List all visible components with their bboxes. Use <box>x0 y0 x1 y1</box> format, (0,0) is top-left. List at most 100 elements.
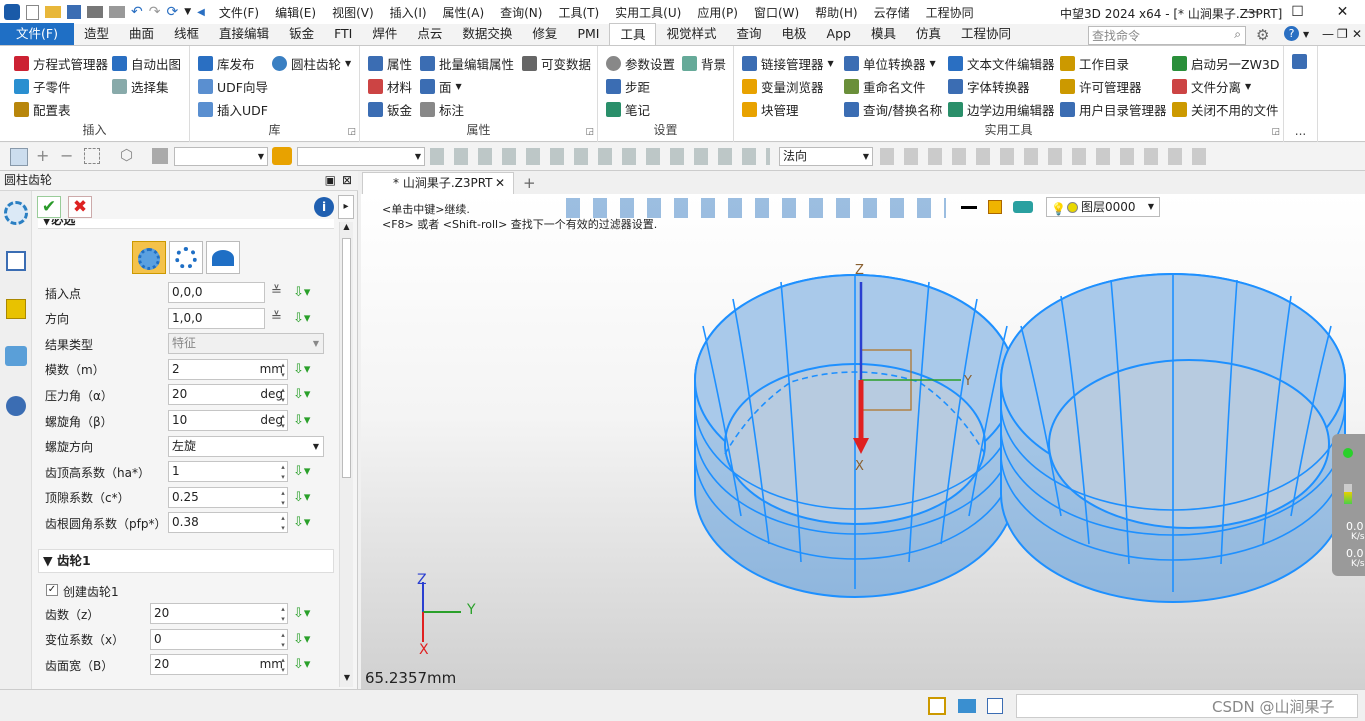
download-arrow-icon[interactable]: ⇩▾ <box>293 606 310 621</box>
expand-options-icon[interactable]: ≚ <box>271 284 282 299</box>
refresh-icon[interactable]: ⟳ <box>166 4 178 20</box>
step-button[interactable]: 步距 <box>606 77 650 96</box>
text-file-editor-button[interactable]: 文本文件编辑器 <box>948 54 1055 73</box>
status-view-icon[interactable] <box>928 697 946 715</box>
gear-pair-model[interactable]: Z Y X <box>681 254 1361 624</box>
ribbon-tab[interactable]: 线框 <box>164 23 209 45</box>
library-publish-button[interactable]: 库发布 <box>198 54 255 73</box>
help-icon[interactable]: ? <box>1284 26 1299 41</box>
select-arrow-icon[interactable] <box>10 148 28 166</box>
back-arrow-icon[interactable]: ◀ <box>197 7 205 18</box>
spin-control[interactable]: ▴ ▾ <box>278 655 288 675</box>
field-input[interactable]: 0.25 <box>168 486 288 508</box>
learn-editor-button[interactable]: 边学边用编辑器 <box>948 100 1055 119</box>
ribbon-tab[interactable]: 钣金 <box>279 23 324 45</box>
new-file-icon[interactable] <box>26 4 39 20</box>
dropdown-icon[interactable]: ▼ <box>184 7 191 17</box>
extra-tool-button[interactable] <box>1292 54 1307 69</box>
cancel-button[interactable]: ✖ <box>68 196 92 218</box>
launch-another-button[interactable]: 启动另一ZW3D <box>1172 54 1280 73</box>
filter-icon[interactable] <box>152 148 168 164</box>
pick-combo[interactable]: ▼ <box>297 147 425 166</box>
file-tab[interactable]: 文件(F) <box>0 23 74 45</box>
scroll-down-button[interactable]: ▼ <box>340 673 354 687</box>
download-arrow-icon[interactable]: ⇩▾ <box>293 515 310 530</box>
ribbon-tab[interactable]: 工具 <box>609 23 657 45</box>
menu-item[interactable]: 应用(P) <box>689 4 746 21</box>
variable-data-button[interactable]: 可变数据 <box>522 54 591 73</box>
doc-restore-button[interactable]: ❐ <box>1337 27 1348 41</box>
menu-item[interactable]: 文件(F) <box>211 4 267 21</box>
spin-control[interactable]: ▴ ▾ <box>278 462 288 482</box>
ribbon-tab[interactable]: 电极 <box>772 23 817 45</box>
equation-manager-button[interactable]: 方程式管理器 <box>14 54 108 73</box>
redo-icon[interactable]: ↷ <box>149 4 161 20</box>
attribute-button[interactable]: 属性 <box>368 54 412 73</box>
view-toolbar[interactable] <box>566 198 946 218</box>
spin-control[interactable]: ▴ ▾ <box>278 411 288 431</box>
insert-udf-button[interactable]: 插入UDF <box>198 100 268 119</box>
attributes-launcher-icon[interactable]: ◲ <box>585 127 594 137</box>
field-input[interactable]: 20 mm <box>150 654 288 676</box>
ribbon-tab[interactable]: App <box>817 23 861 45</box>
field-input[interactable]: 10 deg <box>168 410 288 431</box>
new-tab-icon[interactable]: + <box>523 174 536 192</box>
filter-combo[interactable]: ▼ <box>174 147 268 166</box>
block-manage-button[interactable]: 块管理 <box>742 100 799 119</box>
spin-control[interactable]: ▴ ▾ <box>278 488 288 508</box>
menu-item[interactable]: 窗口(W) <box>746 4 807 21</box>
field-input[interactable]: 0.38 <box>168 512 288 534</box>
spin-control[interactable]: ▴ ▾ <box>278 630 288 650</box>
sheetmetal-attr-button[interactable]: 钣金 <box>368 100 412 119</box>
line-color-swatch[interactable] <box>961 206 977 209</box>
download-arrow-icon[interactable]: ⇩▾ <box>293 490 310 505</box>
gear-type-rack-button[interactable] <box>206 241 240 274</box>
ribbon-tab[interactable]: 点云 <box>407 23 452 45</box>
file-split-button[interactable]: 文件分离 ▼ <box>1172 77 1251 96</box>
field-input[interactable]: 特征 ▼ <box>168 333 324 355</box>
command-search-input[interactable]: 查找命令 ⌕ <box>1088 26 1246 45</box>
close-unused-files-button[interactable]: 关闭不用的文件 <box>1172 100 1279 119</box>
download-arrow-icon[interactable]: ⇩▾ <box>293 413 310 428</box>
menu-item[interactable]: 编辑(E) <box>267 4 324 21</box>
parameter-settings-button[interactable]: 参数设置 <box>606 54 675 73</box>
field-input[interactable]: 20 <box>150 603 288 624</box>
image-view-icon[interactable] <box>5 346 27 366</box>
scroll-thumb[interactable] <box>342 238 351 478</box>
layer-stack-icon[interactable] <box>1013 201 1033 213</box>
pick-mode-icon[interactable] <box>272 147 292 165</box>
cylindrical-gear-button[interactable]: 圆柱齿轮 ▼ <box>272 54 351 73</box>
fill-color-swatch[interactable] <box>988 200 1002 214</box>
normal-filter-combo[interactable]: 法向 ▼ <box>779 147 873 166</box>
spin-control[interactable]: ▴ ▾ <box>278 385 288 405</box>
ribbon-tab[interactable]: 直接编辑 <box>209 23 279 45</box>
gear-type-external-button[interactable] <box>132 241 166 274</box>
print-icon[interactable] <box>87 6 103 18</box>
face-button[interactable]: 面 ▼ <box>420 77 462 96</box>
selection-set-button[interactable]: 选择集 <box>112 77 169 96</box>
user-directory-manager-button[interactable]: 用户目录管理器 <box>1060 100 1167 119</box>
unit-converter-button[interactable]: 单位转换器 ▼ <box>844 54 936 73</box>
print-preview-icon[interactable] <box>109 6 125 18</box>
ribbon-tab[interactable]: 数据交换 <box>452 23 522 45</box>
menu-item[interactable]: 查询(N) <box>492 4 550 21</box>
document-tab[interactable]: * 山涧果子.Z3PRT ✕ <box>362 172 514 194</box>
download-arrow-icon[interactable]: ⇩▾ <box>293 362 310 377</box>
font-converter-button[interactable]: 字体转换器 <box>948 77 1030 96</box>
field-input[interactable]: 1 <box>168 461 288 483</box>
toolbar-tools-icons-2[interactable] <box>880 148 1210 165</box>
field-input[interactable]: 2 mm <box>168 358 288 380</box>
material-button[interactable]: 材料 <box>368 77 412 96</box>
open-folder-icon[interactable] <box>45 6 61 18</box>
info-icon[interactable]: i <box>314 197 334 217</box>
menu-item[interactable]: 云存储 <box>866 4 918 21</box>
download-arrow-icon[interactable]: ⇩▾ <box>293 311 310 326</box>
background-button[interactable]: 背景 <box>682 54 726 73</box>
work-directory-button[interactable]: 工作目录 <box>1060 54 1129 73</box>
gear-tab-icon[interactable] <box>4 201 28 225</box>
tab-close-icon[interactable]: ✕ <box>495 173 505 193</box>
config-table-button[interactable]: 配置表 <box>14 100 71 119</box>
spin-control[interactable]: ▴ ▾ <box>278 604 288 624</box>
field-input[interactable]: 1,0,0 <box>168 307 265 329</box>
batch-edit-attribute-button[interactable]: 批量编辑属性 <box>420 54 514 73</box>
